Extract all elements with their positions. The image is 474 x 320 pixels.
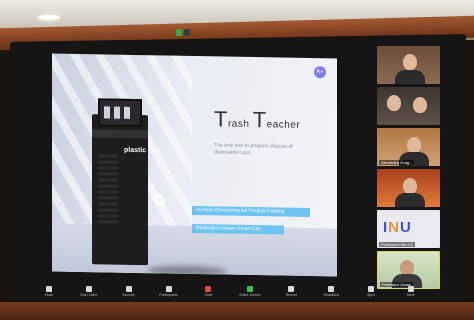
participant-tile[interactable] (377, 46, 440, 84)
people-icon (165, 286, 172, 292)
kiosk-screen (98, 98, 142, 128)
microphone-icon (46, 286, 52, 292)
slide-badge: A+ (314, 66, 326, 79)
participant-tile[interactable] (377, 169, 440, 207)
camera-icon (85, 286, 92, 292)
stop-share-button[interactable] (184, 29, 190, 36)
wood-panel-bottom (0, 302, 474, 320)
share-indicator (176, 29, 182, 36)
chat-icon (205, 286, 212, 292)
inu-logo: INU (383, 219, 412, 236)
recycle-icon: ♻ (152, 192, 167, 210)
apps-button[interactable]: Apps (362, 286, 380, 297)
slide-title: Trash Teacher (214, 106, 301, 133)
record-button[interactable]: Record (282, 286, 300, 297)
kiosk-vent (98, 154, 118, 225)
meeting-toolbar: Mute Stop Video Security Participants Ch… (40, 286, 420, 304)
stop-video-button[interactable]: Stop Video (80, 286, 98, 297)
ceiling-light (38, 15, 60, 20)
share-icon (246, 286, 253, 292)
mute-button[interactable]: Mute (40, 286, 58, 297)
participant-tile[interactable]: Alexandra Grag... (377, 128, 440, 166)
reactions-button[interactable]: Reactions (322, 286, 340, 297)
grid-icon (368, 286, 375, 292)
shared-slide: plastic cup ♻ A+ Trash Teacher The only … (52, 53, 337, 277)
share-screen-button[interactable]: Share Screen (239, 286, 261, 297)
more-icon (407, 286, 414, 292)
participant-gallery: Alexandra Grag... INU Professor Han Gil … (377, 46, 440, 292)
participant-name: Professor Han Gil (379, 242, 415, 247)
security-button[interactable]: Security (120, 286, 138, 297)
screen-share-banner (176, 29, 190, 36)
participant-tile[interactable]: INU Professor Han Gil (377, 210, 440, 248)
participant-tile[interactable] (377, 87, 440, 125)
slide-tag: Incheon Environmental Product Catalog (192, 205, 310, 218)
participant-name: Alexandra Grag... (379, 160, 415, 165)
more-button[interactable]: More (402, 286, 420, 297)
slide-tag: Redesign's Green Smart City (192, 223, 284, 235)
kiosk-slot (92, 129, 148, 139)
smiley-icon (328, 286, 335, 292)
participants-button[interactable]: Participants (159, 286, 178, 297)
participant-tile-active[interactable]: Professor Jonas (377, 251, 440, 289)
record-icon (288, 286, 295, 292)
kiosk-label: plastic cup (124, 146, 161, 155)
slide-subtitle: The only way to properly dispose of disp… (214, 142, 293, 156)
chat-button[interactable]: Chat (199, 286, 217, 297)
shield-icon (125, 286, 132, 292)
